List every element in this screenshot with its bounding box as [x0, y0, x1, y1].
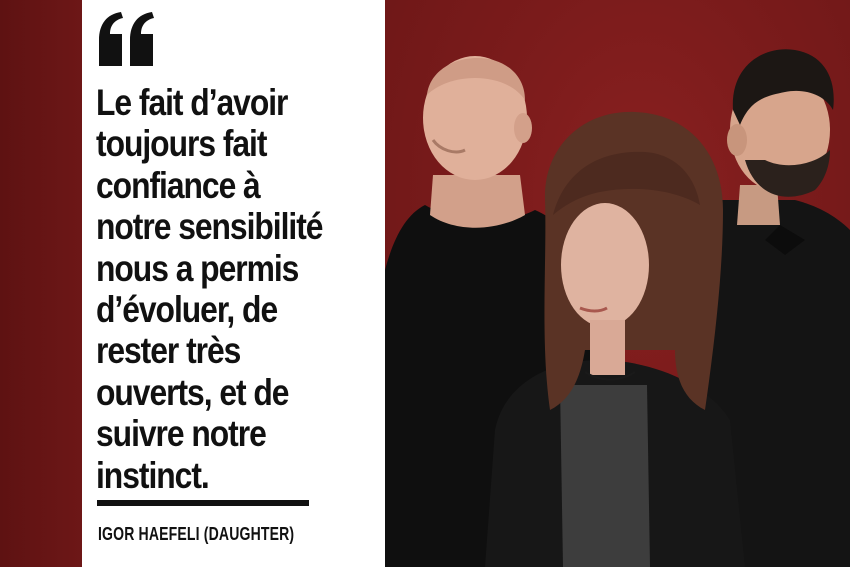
quote-text: Le fait d’avoir toujours fait confiance …	[96, 82, 324, 496]
quote-attribution: IGOR HAEFELI (DAUGHTER)	[98, 524, 295, 544]
opening-quote-icon	[99, 12, 154, 66]
band-photo	[385, 0, 850, 567]
divider-rule	[97, 500, 309, 506]
red-backdrop-left	[0, 0, 82, 567]
